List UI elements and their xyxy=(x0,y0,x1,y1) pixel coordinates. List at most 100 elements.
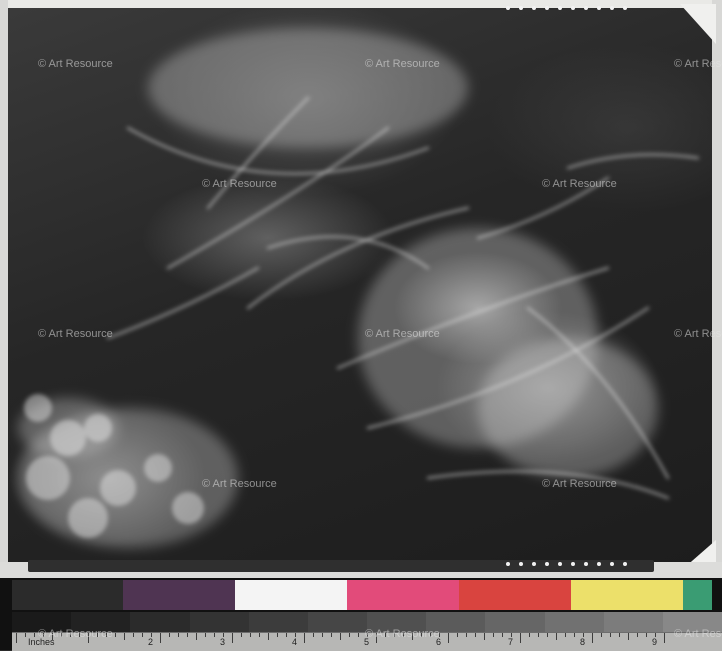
gray-step xyxy=(603,612,663,632)
ruler-tick xyxy=(340,633,341,640)
ruler-tick xyxy=(52,633,53,640)
film-notch-dots-top xyxy=(506,6,627,10)
color-swatch xyxy=(12,580,123,610)
ruler-tick xyxy=(628,633,629,640)
ruler-tick xyxy=(88,633,89,643)
ruler-tick xyxy=(61,633,62,637)
ruler-tick xyxy=(601,633,602,637)
ruler-tick xyxy=(79,633,80,637)
ruler-tick xyxy=(313,633,314,637)
color-swatch xyxy=(683,580,712,610)
ruler-number: 9 xyxy=(652,637,658,647)
cirrus-cloud-streaks xyxy=(18,28,700,548)
ruler-tick xyxy=(169,633,170,637)
ruler-number: 8 xyxy=(580,637,586,647)
ruler-tick xyxy=(241,633,242,637)
ruler-tick xyxy=(610,633,611,637)
color-swatch xyxy=(347,580,459,610)
gray-step xyxy=(130,612,190,632)
ruler-number: 4 xyxy=(292,637,298,647)
ruler-tick xyxy=(25,633,26,637)
ruler-tick xyxy=(565,633,566,637)
ruler-tick xyxy=(358,633,359,637)
film-border-left xyxy=(0,0,8,575)
ruler-tick xyxy=(403,633,404,637)
ruler-tick xyxy=(394,633,395,637)
ruler-tick xyxy=(124,633,125,640)
ruler-tick xyxy=(457,633,458,637)
ruler-tick xyxy=(574,633,575,637)
ruler-tick xyxy=(349,633,350,637)
ruler-tick xyxy=(385,633,386,637)
color-swatch xyxy=(123,580,235,610)
ruler-tick xyxy=(475,633,476,637)
ruler-tick xyxy=(160,633,161,643)
ruler-tick xyxy=(232,633,233,643)
color-swatch xyxy=(571,580,683,610)
color-swatch-row xyxy=(12,580,722,610)
grayscale-step-row xyxy=(12,612,722,632)
ruler-tick xyxy=(637,633,638,637)
ruler-tick xyxy=(277,633,278,637)
ruler-tick xyxy=(97,633,98,637)
ruler-tick xyxy=(205,633,206,637)
ruler-tick xyxy=(70,633,71,637)
ruler-tick xyxy=(214,633,215,637)
ruler-number: 7 xyxy=(508,637,514,647)
gray-step xyxy=(426,612,486,632)
gray-step xyxy=(485,612,545,632)
gray-step xyxy=(662,612,722,632)
ruler-tick xyxy=(529,633,530,637)
ruler-tick xyxy=(178,633,179,637)
ruler-tick xyxy=(43,633,44,637)
ruler-tick xyxy=(322,633,323,637)
gray-step xyxy=(189,612,249,632)
ruler-tick xyxy=(502,633,503,637)
ruler-tick xyxy=(493,633,494,637)
ruler-tick xyxy=(268,633,269,640)
ruler-tick xyxy=(250,633,251,637)
ruler-tick xyxy=(187,633,188,637)
ruler-tick xyxy=(664,633,665,643)
ruler-tick xyxy=(196,633,197,640)
gray-step xyxy=(307,612,368,632)
gray-step xyxy=(71,612,131,632)
ruler-tick xyxy=(466,633,467,637)
gray-step xyxy=(544,612,604,632)
ruler-number: 5 xyxy=(364,637,370,647)
ruler-number: 6 xyxy=(436,637,442,647)
gray-step xyxy=(367,612,427,632)
ruler-tick xyxy=(16,633,17,643)
ruler-tick xyxy=(106,633,107,637)
ruler-tick xyxy=(520,633,521,643)
cloud-photograph xyxy=(8,8,712,564)
inch-ruler: Inches 2 3 4 5 6 7 8 9 xyxy=(12,632,722,651)
ruler-tick xyxy=(619,633,620,637)
ruler-tick xyxy=(430,633,431,637)
ruler-tick xyxy=(115,633,116,637)
ruler-tick xyxy=(592,633,593,643)
ruler-tick xyxy=(331,633,332,637)
ruler-tick xyxy=(286,633,287,637)
ruler-tick xyxy=(259,633,260,637)
gray-step xyxy=(12,612,72,632)
gray-step xyxy=(248,612,308,632)
ruler-tick xyxy=(133,633,134,637)
color-swatch xyxy=(459,580,571,610)
ruler-tick xyxy=(448,633,449,643)
ruler-tick xyxy=(304,633,305,643)
ruler-tick xyxy=(556,633,557,640)
film-border-right xyxy=(712,0,722,575)
ruler-number: 2 xyxy=(148,637,154,647)
ruler-tick xyxy=(412,633,413,640)
film-notch-dots-bottom xyxy=(506,562,627,566)
ruler-tick xyxy=(376,633,377,643)
ruler-tick xyxy=(421,633,422,637)
ruler-tick xyxy=(538,633,539,637)
ruler-unit-label: Inches xyxy=(28,637,55,647)
ruler-tick xyxy=(142,633,143,637)
ruler-number: 3 xyxy=(220,637,226,647)
color-swatch xyxy=(235,580,347,610)
ruler-tick xyxy=(34,633,35,637)
ruler-tick xyxy=(484,633,485,640)
